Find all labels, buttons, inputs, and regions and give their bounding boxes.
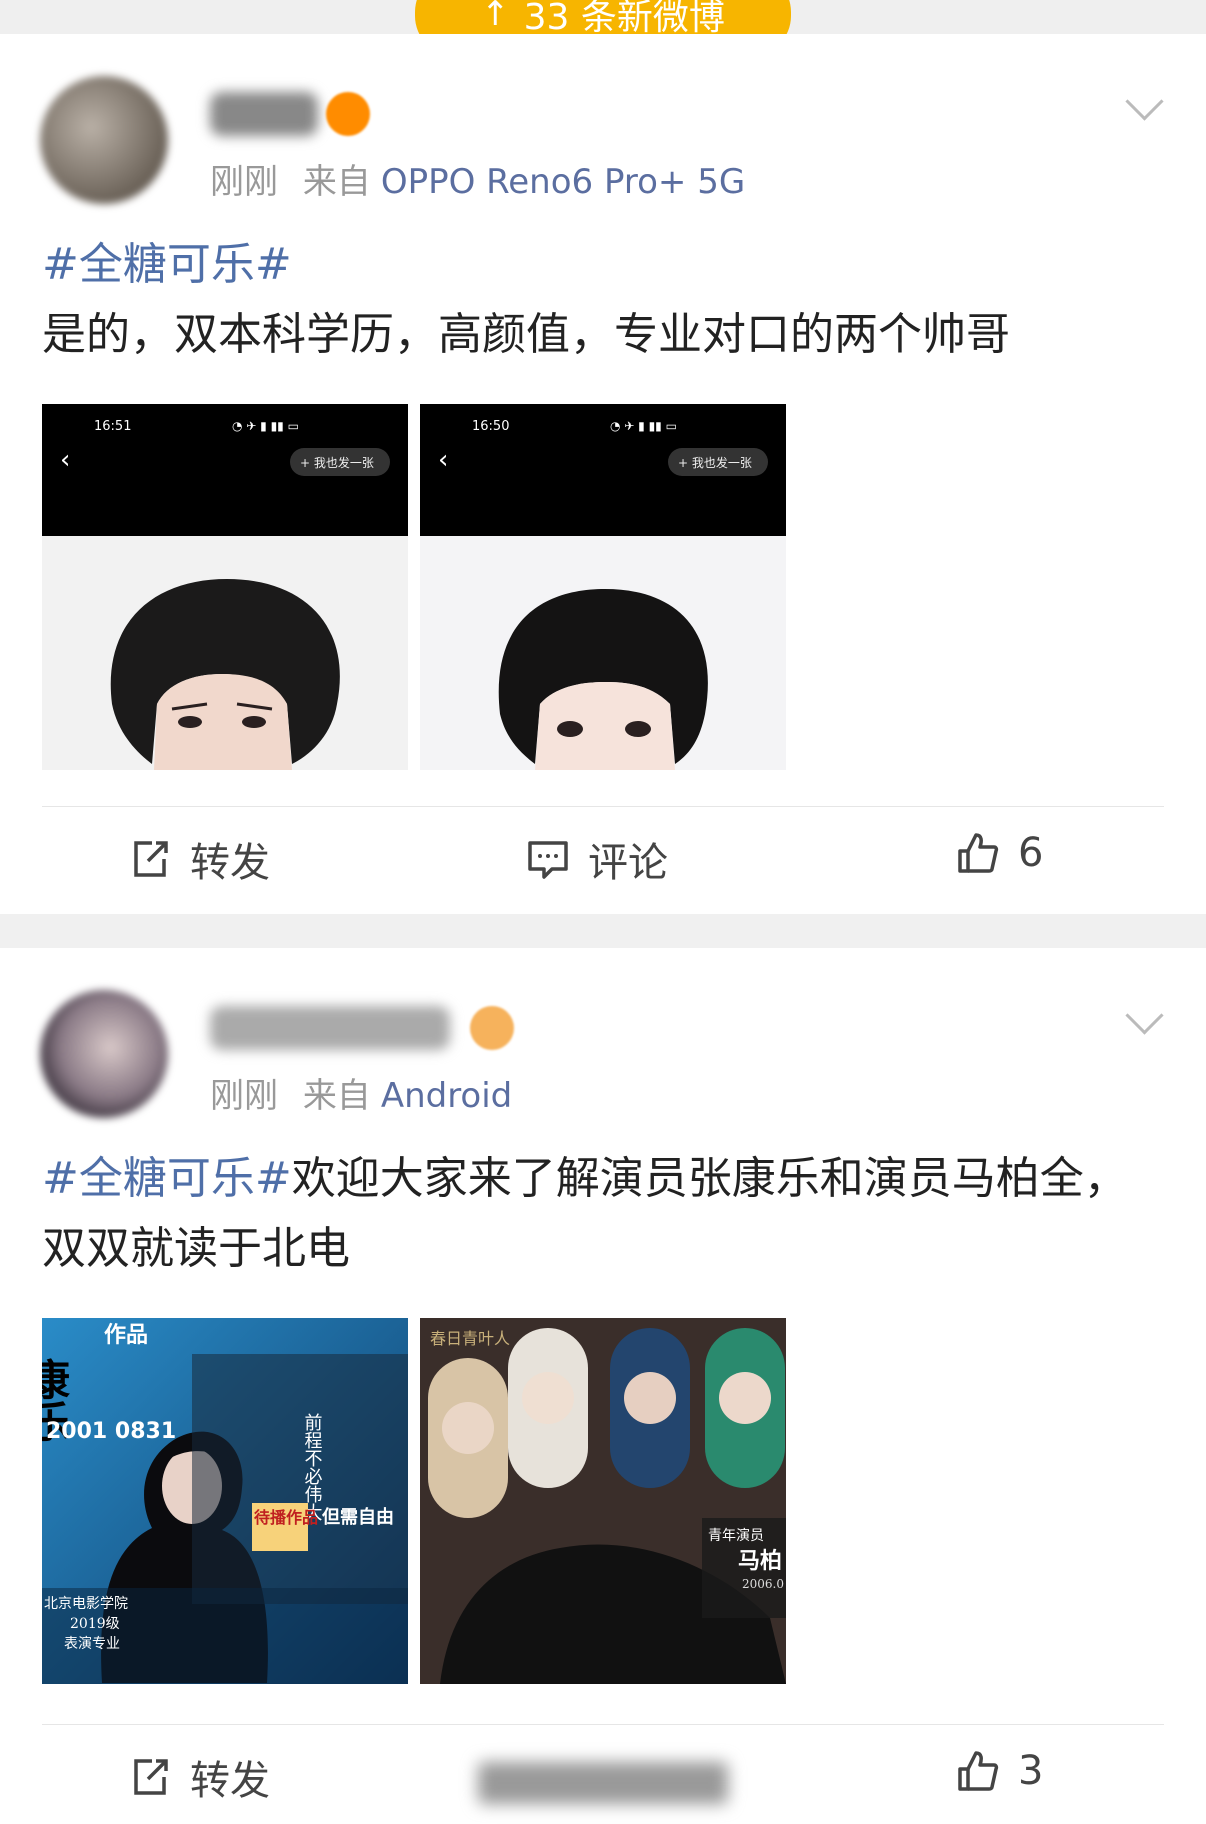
post-card: 刚刚 来自 OPPO Reno6 Pro+ 5G #全糖可乐# 是的，双本科学历，… — [0, 34, 1206, 914]
portrait-image: 16:51 ◔ ✈ ▮ ▮▮ ▭ ‹ + 我也发一张 — [42, 404, 408, 770]
member-badge-icon — [470, 1006, 514, 1050]
comment-label: 评论 — [588, 840, 668, 886]
username-blurred[interactable] — [210, 92, 318, 136]
divider — [42, 806, 1164, 807]
username-blurred[interactable] — [210, 1006, 450, 1050]
feed-separator — [0, 914, 1206, 948]
poster-image: 春日青叶人 青年演员 马柏 2006.0 — [420, 1318, 786, 1684]
repost-label: 转发 — [190, 1758, 270, 1804]
like-count: 6 — [1018, 830, 1044, 876]
post-time: 刚刚 — [210, 162, 278, 202]
thumbs-up-icon — [958, 1751, 999, 1791]
svg-text:◔ ✈ ▮ ▮▮ ▭: ◔ ✈ ▮ ▮▮ ▭ — [232, 419, 299, 433]
post-time: 刚刚 — [210, 1076, 278, 1116]
svg-text:‹: ‹ — [438, 445, 448, 475]
image-action: + 我也发一张 — [300, 455, 374, 470]
post-image[interactable]: 春日青叶人 青年演员 马柏 2006.0 — [420, 1318, 786, 1684]
post-body: 是的，双本科学历，高颜值，专业对口的两个帅哥 — [42, 309, 1010, 360]
poster-badge: 青年演员 — [708, 1528, 764, 1544]
divider — [42, 1724, 1164, 1725]
post-text: #全糖可乐#欢迎大家来了解演员张康乐和演员马柏全，双双就读于北电 — [42, 1144, 1146, 1284]
like-button[interactable]: 3 — [956, 1748, 1043, 1794]
poster-school: 北京电影学院 — [44, 1596, 128, 1612]
post-device[interactable]: OPPO Reno6 Pro+ 5G — [381, 162, 745, 202]
poster-top-text: 春日青叶人 — [430, 1329, 510, 1348]
post-source-label: 来自 — [302, 162, 371, 202]
repost-icon — [134, 1759, 168, 1795]
poster-class: 2019级 — [70, 1616, 120, 1632]
repost-button[interactable]: 转发 — [128, 1748, 270, 1806]
hashtag-link[interactable]: #全糖可乐# — [42, 1153, 292, 1204]
image-action: + 我也发一张 — [678, 455, 752, 470]
avatar[interactable] — [40, 76, 168, 204]
portrait-image: 16:50 ◔ ✈ ▮ ▮▮ ▭ ‹ + 我也发一张 — [420, 404, 786, 770]
poster-year: 2006.0 — [742, 1577, 784, 1591]
post-image[interactable]: 16:50 ◔ ✈ ▮ ▮▮ ▭ ‹ + 我也发一张 — [420, 404, 786, 770]
like-button[interactable]: 6 — [956, 830, 1043, 876]
hashtag-link[interactable]: #全糖可乐# — [42, 239, 292, 290]
comment-icon — [528, 841, 568, 879]
like-count: 3 — [1018, 1748, 1044, 1794]
chevron-down-icon[interactable] — [1125, 82, 1164, 121]
post-image[interactable]: 16:51 ◔ ✈ ▮ ▮▮ ▭ ‹ + 我也发一张 — [42, 404, 408, 770]
svg-text:‹: ‹ — [60, 445, 70, 475]
post-card: 刚刚 来自 Android #全糖可乐#欢迎大家来了解演员张康乐和演员马柏全，双双… — [0, 948, 1206, 1808]
arrow-up-icon: ↑ — [481, 0, 510, 34]
post-meta: 刚刚 来自 Android — [210, 1068, 512, 1117]
thumbs-up-icon — [958, 833, 999, 873]
repost-button[interactable]: 转发 — [128, 830, 270, 888]
post-meta: 刚刚 来自 OPPO Reno6 Pro+ 5G — [210, 154, 745, 203]
status-time: 16:51 — [94, 419, 131, 434]
poster-label-works: 作品 — [104, 1323, 148, 1348]
poster-actor-name: 马柏 — [738, 1548, 782, 1574]
chevron-down-icon[interactable] — [1125, 996, 1164, 1035]
repost-icon — [134, 841, 168, 877]
blurred-comment-button[interactable] — [478, 1762, 728, 1804]
avatar[interactable] — [40, 990, 168, 1118]
poster-upcoming: 待播作品 — [254, 1508, 318, 1527]
poster-image: 康乐 2001 0831 作品 前程不必伟大 待播作品 但需自由 北京电影学院 … — [42, 1318, 408, 1684]
member-badge-icon — [326, 92, 370, 136]
comment-button[interactable]: 评论 — [526, 830, 668, 888]
status-time: 16:50 — [472, 419, 509, 434]
post-device[interactable]: Android — [381, 1076, 512, 1116]
poster-born: 2001 0831 — [46, 1419, 176, 1444]
repost-label: 转发 — [190, 840, 270, 886]
action-bar: 转发 评论 6 — [0, 816, 1206, 906]
action-bar: 转发 3 — [0, 1734, 1206, 1824]
post-source-label: 来自 — [302, 1076, 371, 1116]
svg-text:◔ ✈ ▮ ▮▮ ▭: ◔ ✈ ▮ ▮▮ ▭ — [610, 419, 677, 433]
poster-free: 但需自由 — [321, 1506, 394, 1528]
post-image[interactable]: 康乐 2001 0831 作品 前程不必伟大 待播作品 但需自由 北京电影学院 … — [42, 1318, 408, 1684]
post-text: #全糖可乐# 是的，双本科学历，高颜值，专业对口的两个帅哥 — [42, 230, 1146, 370]
poster-major: 表演专业 — [64, 1636, 120, 1652]
